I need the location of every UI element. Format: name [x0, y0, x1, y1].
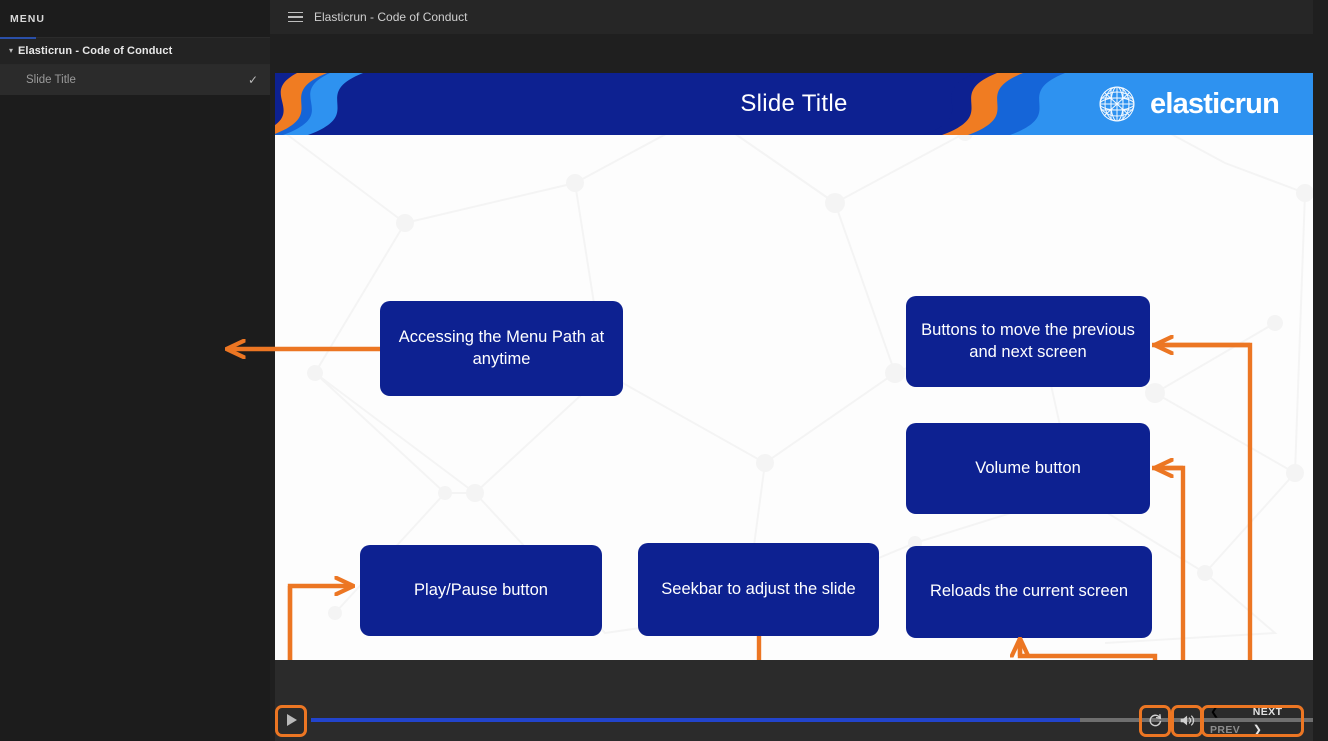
reload-button[interactable]	[1142, 707, 1168, 733]
sidebar-group-label: Elasticrun - Code of Conduct	[18, 45, 173, 57]
seekbar-progress	[311, 718, 1081, 722]
callout-seekbar: Seekbar to adjust the slide	[638, 543, 879, 636]
callout-text: Buttons to move the previous and next sc…	[921, 321, 1135, 361]
reload-icon	[1149, 713, 1161, 726]
topbar-title: Elasticrun - Code of Conduct	[314, 10, 468, 24]
next-label: NEXT	[1252, 706, 1283, 718]
chevron-left-icon: ❮	[1210, 706, 1220, 718]
brand-logo: elasticrun	[1094, 73, 1280, 135]
callout-nav-buttons: Buttons to move the previous and next sc…	[906, 296, 1150, 387]
sidebar-menu-underline	[0, 37, 36, 39]
callout-text: Seekbar to adjust the slide	[661, 579, 856, 598]
play-pause-button[interactable]	[279, 707, 305, 733]
globe-wireframe-icon	[1099, 86, 1135, 122]
sidebar: MENU ▾ Elasticrun - Code of Conduct Slid…	[0, 0, 270, 741]
player-window: MENU ▾ Elasticrun - Code of Conduct Slid…	[0, 0, 1328, 741]
callout-text: Accessing the Menu Path at anytime	[398, 328, 605, 368]
callout-text: Volume button	[975, 458, 1081, 477]
sidebar-item-slide-title[interactable]: Slide Title ✓	[0, 65, 270, 95]
brand-wordmark: elasticrun	[1150, 87, 1280, 120]
callout-volume: Volume button	[906, 423, 1150, 514]
sidebar-item-label: Slide Title	[26, 74, 76, 86]
callout-play-pause: Play/Pause button	[360, 545, 602, 636]
next-button[interactable]: NEXT ❯	[1253, 702, 1295, 738]
play-icon	[287, 714, 297, 726]
chevron-down-icon[interactable]: ▾	[4, 47, 18, 55]
callout-menu-path: Accessing the Menu Path at anytime	[380, 301, 623, 396]
prev-label: PREV	[1210, 724, 1241, 736]
chevron-right-icon: ❯	[1252, 724, 1263, 736]
sidebar-menu-label: MENU	[10, 12, 45, 25]
right-gutter	[1313, 0, 1328, 741]
callout-text: Reloads the current screen	[929, 582, 1129, 601]
volume-button[interactable]	[1174, 707, 1200, 733]
sidebar-group-course[interactable]: ▾ Elasticrun - Code of Conduct	[0, 38, 270, 65]
prev-button[interactable]: ❮ PREV	[1210, 702, 1253, 738]
prev-next-button-group[interactable]: ❮ PREV NEXT ❯	[1204, 706, 1301, 736]
callout-reload: Reloads the current screen	[906, 546, 1152, 638]
player-bar: ❮ PREV NEXT ❯	[275, 660, 1328, 741]
sidebar-menu-header: MENU	[0, 0, 270, 38]
volume-icon	[1180, 714, 1194, 726]
callout-text: Play/Pause button	[414, 580, 548, 599]
check-icon: ✓	[247, 73, 258, 87]
hamburger-icon[interactable]	[278, 11, 312, 23]
topbar: Elasticrun - Code of Conduct	[270, 0, 1328, 34]
slide-header-band: Slide Title elasticrun	[275, 73, 1313, 135]
